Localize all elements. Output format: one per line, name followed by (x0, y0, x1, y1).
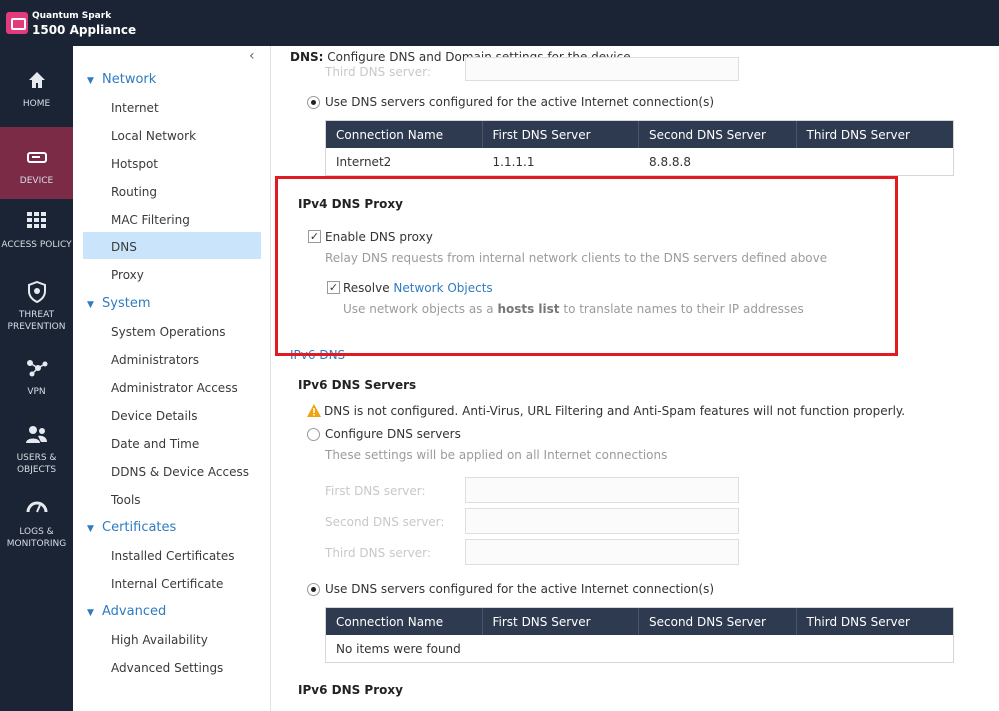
nav-home-label: HOME (22, 99, 51, 109)
sidebar-item-device-details[interactable]: Device Details (111, 409, 197, 423)
sidebar-item-administrators[interactable]: Administrators (111, 353, 199, 367)
users-icon (25, 424, 48, 446)
ipv6-configure-radio[interactable] (307, 428, 320, 441)
nav-logs-monitoring[interactable]: LOGS & MONITORING (0, 498, 73, 550)
table-cell: 8.8.8.8 (649, 155, 691, 169)
ipv4-use-active-label: Use DNS servers configured for the activ… (325, 95, 715, 109)
sidebar-item-proxy[interactable]: Proxy (111, 268, 144, 282)
sidebar-item-dns[interactable]: DNS (83, 232, 261, 259)
dns-settings-panel: DNS: Configure DNS and Domain settings f… (272, 46, 999, 711)
triangle-down-icon: ▼ (87, 608, 94, 618)
sidebar-section-certificates[interactable]: ▼ Certificates (87, 520, 176, 535)
sidebar-item-hotspot[interactable]: Hotspot (111, 157, 158, 171)
table-header-row: Connection Name First DNS Server Second … (326, 121, 953, 148)
ipv6-proxy-title: IPv6 DNS Proxy (298, 683, 403, 697)
sidebar-section-advanced[interactable]: ▼ Advanced (87, 604, 166, 619)
sidebar-section-label: System (102, 296, 151, 311)
ipv4-third-dns-field[interactable] (465, 57, 739, 81)
sidebar-item-local-network[interactable]: Local Network (111, 129, 196, 143)
triangle-down-icon: ▼ (87, 76, 94, 86)
nav-device-label: DEVICE (19, 176, 54, 186)
sidebar-section-label: Advanced (102, 604, 167, 619)
nav-vpn[interactable]: VPN (0, 358, 73, 398)
table-cell: Internet2 (336, 155, 392, 169)
sidebar-section-label: Network (102, 72, 157, 87)
sidebar-item-internet[interactable]: Internet (111, 101, 159, 115)
nav-device[interactable]: DEVICE (0, 127, 73, 199)
table-header-row: Connection Name First DNS Server Second … (326, 608, 953, 635)
sidebar-item-routing[interactable]: Routing (111, 185, 157, 199)
main-nav-rail: HOME DEVICE ACCESS POLICY THREAT PREVENT… (0, 46, 73, 711)
column-header[interactable]: Connection Name (326, 121, 483, 148)
column-header[interactable]: Third DNS Server (797, 608, 954, 635)
ipv6-third-dns-field[interactable] (465, 539, 739, 565)
column-header[interactable]: Second DNS Server (639, 121, 797, 148)
page-title-prefix: DNS: (290, 50, 324, 64)
grid-icon (26, 211, 48, 233)
nav-users-objects[interactable]: USERS & OBJECTS (0, 424, 73, 476)
ipv6-first-dns-label: First DNS server: (325, 484, 426, 498)
ipv6-first-dns-field[interactable] (465, 477, 739, 503)
nav-threat-prevention[interactable]: THREAT PREVENTION (0, 280, 73, 333)
nav-threat-prevention-label: THREAT PREVENTION (7, 310, 66, 332)
ipv6-configure-label: Configure DNS servers (325, 427, 461, 441)
vpn-icon (26, 358, 48, 380)
column-header[interactable]: Second DNS Server (639, 608, 797, 635)
sidebar-item-system-operations[interactable]: System Operations (111, 325, 226, 339)
table-empty-row: No items were found (326, 635, 953, 662)
nav-vpn-label: VPN (27, 387, 46, 397)
sidebar-item-administrator-access[interactable]: Administrator Access (111, 381, 238, 395)
ipv6-use-active-radio[interactable] (307, 583, 320, 596)
sidebar-item-advanced-settings[interactable]: Advanced Settings (111, 661, 223, 675)
triangle-down-icon: ▼ (87, 300, 94, 310)
sidebar-item-installed-certificates[interactable]: Installed Certificates (111, 549, 235, 563)
collapse-sidebar-icon[interactable]: ‹ (249, 48, 255, 64)
ipv4-dns-table: Connection Name First DNS Server Second … (325, 120, 954, 176)
gauge-icon (26, 498, 48, 520)
nav-access-policy-label: ACCESS POLICY (1, 240, 72, 250)
sidebar-item-internal-certificate[interactable]: Internal Certificate (111, 577, 223, 591)
sidebar-item-ddns-device-access[interactable]: DDNS & Device Access (111, 465, 249, 479)
ipv6-dns-table: Connection Name First DNS Server Second … (325, 607, 954, 663)
ipv6-configure-desc: These settings will be applied on all In… (325, 448, 668, 462)
product-name-line1: Quantum Spark (32, 11, 112, 21)
ipv6-second-dns-field[interactable] (465, 508, 739, 534)
table-row[interactable]: Internet2 1.1.1.1 8.8.8.8 (326, 148, 953, 175)
sidebar-item-date-and-time[interactable]: Date and Time (111, 437, 199, 451)
column-header[interactable]: First DNS Server (483, 608, 639, 635)
sidebar-item-tools[interactable]: Tools (111, 493, 141, 507)
sidebar-section-label: Certificates (102, 520, 177, 535)
warning-icon (307, 404, 321, 417)
sidebar-section-system[interactable]: ▼ System (87, 296, 150, 311)
ipv6-use-active-label: Use DNS servers configured for the activ… (325, 582, 715, 596)
sidebar-section-network[interactable]: ▼ Network (87, 72, 156, 87)
table-cell (797, 148, 954, 175)
home-icon (26, 70, 48, 92)
sidebar-item-mac-filtering[interactable]: MAC Filtering (111, 213, 190, 227)
device-icon (26, 147, 48, 169)
ipv6-warning-text: DNS is not configured. Anti-Virus, URL F… (324, 404, 906, 418)
highlight-box (275, 176, 898, 356)
nav-logs-monitoring-label: LOGS & MONITORING (6, 527, 67, 549)
ipv4-third-dns-label: Third DNS server: (325, 65, 431, 79)
nav-users-objects-label: USERS & OBJECTS (16, 453, 57, 475)
ipv6-servers-title: IPv6 DNS Servers (298, 378, 417, 392)
column-header[interactable]: Third DNS Server (797, 121, 954, 148)
ipv4-use-active-radio[interactable] (307, 96, 320, 109)
product-logo-icon (6, 12, 28, 34)
triangle-down-icon: ▼ (87, 524, 94, 534)
ipv6-third-dns-label: Third DNS server: (325, 546, 431, 560)
product-name-line2: 1500 Appliance (32, 23, 137, 37)
top-bar: Quantum Spark 1500 Appliance (0, 0, 999, 46)
column-header[interactable]: First DNS Server (483, 121, 639, 148)
table-cell: 1.1.1.1 (492, 155, 535, 169)
empty-table-message: No items were found (336, 642, 461, 656)
ipv6-second-dns-label: Second DNS server: (325, 515, 445, 529)
shield-icon (26, 280, 48, 304)
sidebar-item-high-availability[interactable]: High Availability (111, 633, 208, 647)
column-header[interactable]: Connection Name (326, 608, 483, 635)
nav-home[interactable]: HOME (0, 70, 73, 110)
nav-access-policy[interactable]: ACCESS POLICY (0, 211, 73, 251)
